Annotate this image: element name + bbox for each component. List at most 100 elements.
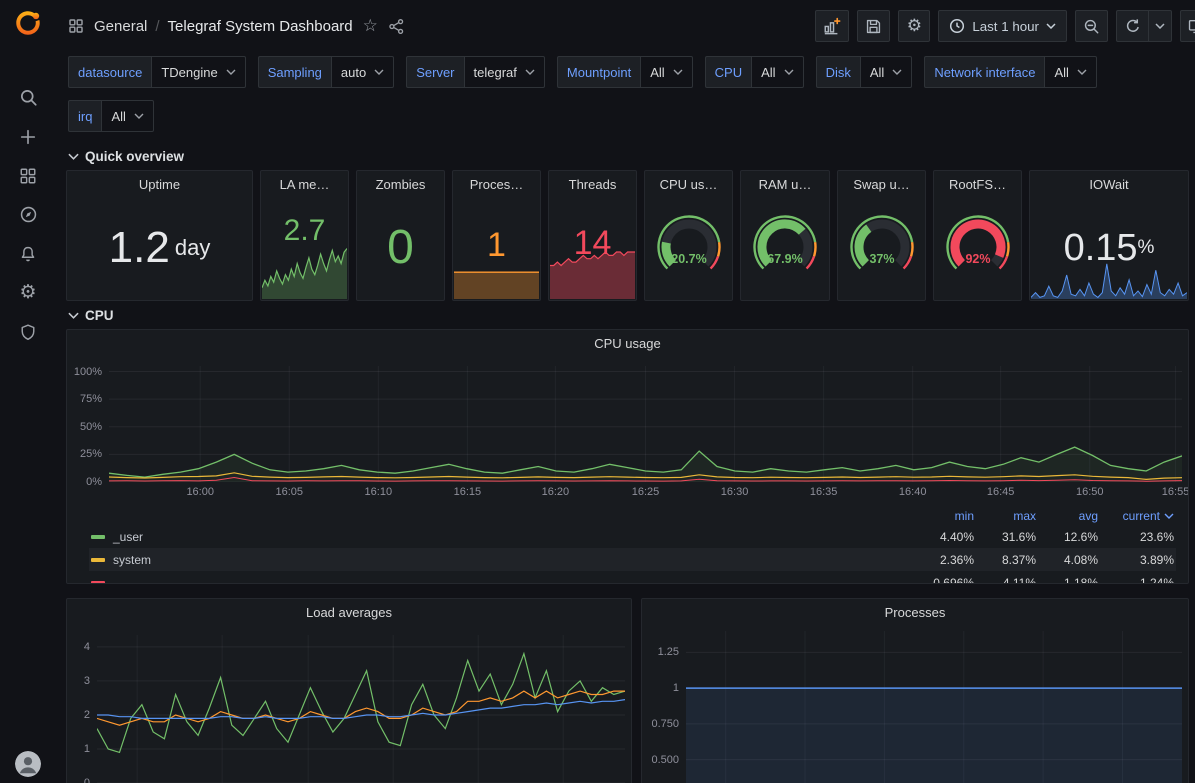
panel-cpu-usage-gauge[interactable]: CPU us… 20.7% — [644, 170, 733, 301]
sidebar: ⚙ — [0, 0, 56, 783]
cycle-view-button[interactable] — [1180, 10, 1195, 42]
compass-icon — [19, 205, 38, 224]
time-picker-button[interactable]: Last 1 hour — [938, 10, 1067, 42]
refresh-button[interactable] — [1116, 10, 1148, 42]
search-icon — [19, 88, 38, 107]
chevron-down-icon — [1046, 23, 1056, 29]
panel-load-averages[interactable]: Load averages 01234 16:0016:1016:2016:30… — [66, 598, 632, 783]
panel-zombies[interactable]: Zombies 0 — [356, 170, 445, 301]
panel-title: IOWait — [1030, 171, 1188, 197]
sidebar-item-create[interactable] — [6, 117, 50, 156]
load-averages-plot[interactable] — [97, 635, 625, 783]
chevron-down-icon — [892, 69, 902, 75]
legend-sort-current[interactable]: current — [1098, 509, 1174, 523]
clock-icon — [949, 18, 965, 34]
sidebar-item-dashboards[interactable] — [6, 156, 50, 195]
variable-value-dropdown[interactable]: All — [751, 56, 803, 88]
variable-value-dropdown[interactable]: telegraf — [464, 56, 545, 88]
cpu-gauge: 20.7% — [646, 208, 732, 287]
panel-uptime[interactable]: Uptime 1.2 day — [66, 170, 253, 301]
variable-mountpoint: MountpointAll — [557, 56, 693, 88]
legend-sort-avg[interactable]: avg — [1036, 509, 1098, 523]
variable-value-dropdown[interactable]: TDengine — [151, 56, 245, 88]
y-axis-tick: 3 — [84, 675, 90, 687]
panel-threads[interactable]: Threads 14 — [548, 170, 637, 301]
panel-ram-usage-gauge[interactable]: RAM u… 67.9% — [740, 170, 830, 301]
share-icon[interactable] — [388, 18, 405, 35]
panel-title: Zombies — [357, 171, 444, 197]
save-dashboard-button[interactable] — [857, 10, 890, 42]
user-avatar[interactable] — [15, 751, 41, 777]
chevron-down-icon — [1155, 23, 1165, 29]
grafana-logo[interactable] — [13, 8, 43, 38]
panel-rootfs-gauge[interactable]: RootFS… 92% — [933, 170, 1022, 301]
dashboard-settings-button[interactable]: ⚙ — [898, 10, 930, 42]
y-axis-tick: 0.500 — [651, 754, 679, 766]
legend-row[interactable]: _user4.40%31.6%12.6%23.6% — [89, 525, 1176, 548]
time-range-label: Last 1 hour — [972, 19, 1039, 34]
variable-value-dropdown[interactable]: All — [860, 56, 912, 88]
cpu-usage-plot[interactable] — [109, 366, 1182, 482]
panel-swap-usage-gauge[interactable]: Swap u… 37% — [837, 170, 926, 301]
legend-row[interactable]: …0.696%4.11%1.18%1.24% — [89, 571, 1176, 584]
refresh-interval-dropdown[interactable] — [1148, 10, 1172, 42]
y-axis-tick: 0.750 — [651, 718, 679, 730]
variables-row: datasourceTDengineSamplingautoServertele… — [56, 52, 1195, 142]
bottom-panels: Load averages 01234 16:0016:1016:2016:30… — [66, 598, 1189, 783]
la-sparkline — [262, 241, 347, 299]
panel-processes-stat[interactable]: Proces… 1 — [452, 170, 541, 301]
series-color-dash — [91, 558, 105, 562]
quick-overview-panels: Uptime 1.2 day LA me… 2.7 Zombies 0 Proc… — [66, 170, 1189, 301]
variable-value-dropdown[interactable]: All — [1044, 56, 1096, 88]
legend-sort-max[interactable]: max — [974, 509, 1036, 523]
zoom-out-button[interactable] — [1075, 10, 1108, 42]
iowait-value: 0.15 — [1064, 229, 1138, 267]
row-header-cpu[interactable]: CPU — [56, 301, 1195, 329]
x-axis-tick: 16:45 — [987, 486, 1015, 498]
threads-value: 14 — [574, 226, 612, 260]
la-value: 2.7 — [284, 216, 326, 246]
sidebar-item-alerting[interactable] — [6, 234, 50, 273]
panel-cpu-usage[interactable]: CPU usage 0%25%50%75%100% 16:0016:0516:1… — [66, 329, 1189, 584]
breadcrumb-separator: / — [155, 18, 159, 35]
uptime-value: 1.2 — [109, 226, 170, 270]
zoom-out-icon — [1083, 18, 1100, 35]
legend-sort-min[interactable]: min — [912, 509, 974, 523]
panel-processes[interactable]: Processes 0.2500.5000.75011.25 — [641, 598, 1189, 783]
panel-la[interactable]: LA me… 2.7 — [260, 170, 349, 301]
processes-plot[interactable] — [686, 631, 1182, 783]
legend-row[interactable]: system2.36%8.37%4.08%3.89% — [89, 548, 1176, 571]
x-axis-tick: 16:20 — [542, 486, 570, 498]
y-axis-tick: 1 — [673, 682, 679, 694]
avatar-icon — [15, 751, 41, 777]
sidebar-item-search[interactable] — [6, 78, 50, 117]
sidebar-item-server-admin[interactable] — [6, 312, 50, 351]
x-axis-tick: 16:00 — [186, 486, 214, 498]
variable-value-dropdown[interactable]: auto — [331, 56, 394, 88]
sidebar-item-configuration[interactable]: ⚙ — [6, 273, 50, 312]
apps-grid-icon[interactable] — [68, 18, 84, 34]
variable-value-dropdown[interactable]: All — [101, 100, 153, 132]
panel-title: CPU us… — [645, 171, 732, 197]
y-axis-tick: 50% — [80, 421, 102, 433]
star-icon[interactable]: ☆ — [363, 18, 378, 35]
row-header-quick-overview[interactable]: Quick overview — [56, 142, 1195, 170]
legend-header: minmaxavgcurrent — [89, 506, 1176, 525]
variable-label: Sampling — [258, 56, 331, 88]
breadcrumb-section[interactable]: General — [94, 18, 147, 35]
variable-label: datasource — [68, 56, 151, 88]
variable-value-dropdown[interactable]: All — [640, 56, 692, 88]
y-axis-tick: 4 — [84, 641, 90, 653]
y-axis: 0%25%50%75%100% — [71, 366, 109, 482]
processes-chart-area: 0.2500.5000.75011.25 — [642, 625, 1188, 783]
add-panel-button[interactable] — [815, 10, 849, 42]
iowait-unit: % — [1138, 237, 1155, 259]
sidebar-item-explore[interactable] — [6, 195, 50, 234]
shield-icon — [19, 323, 37, 341]
variable-irq: irqAll — [68, 100, 154, 132]
y-axis-tick: 75% — [80, 393, 102, 405]
grafana-logo-icon — [13, 8, 43, 38]
chevron-down-icon — [68, 312, 79, 319]
panel-iowait[interactable]: IOWait 0.15 % — [1029, 170, 1189, 301]
x-axis-tick: 16:15 — [454, 486, 482, 498]
